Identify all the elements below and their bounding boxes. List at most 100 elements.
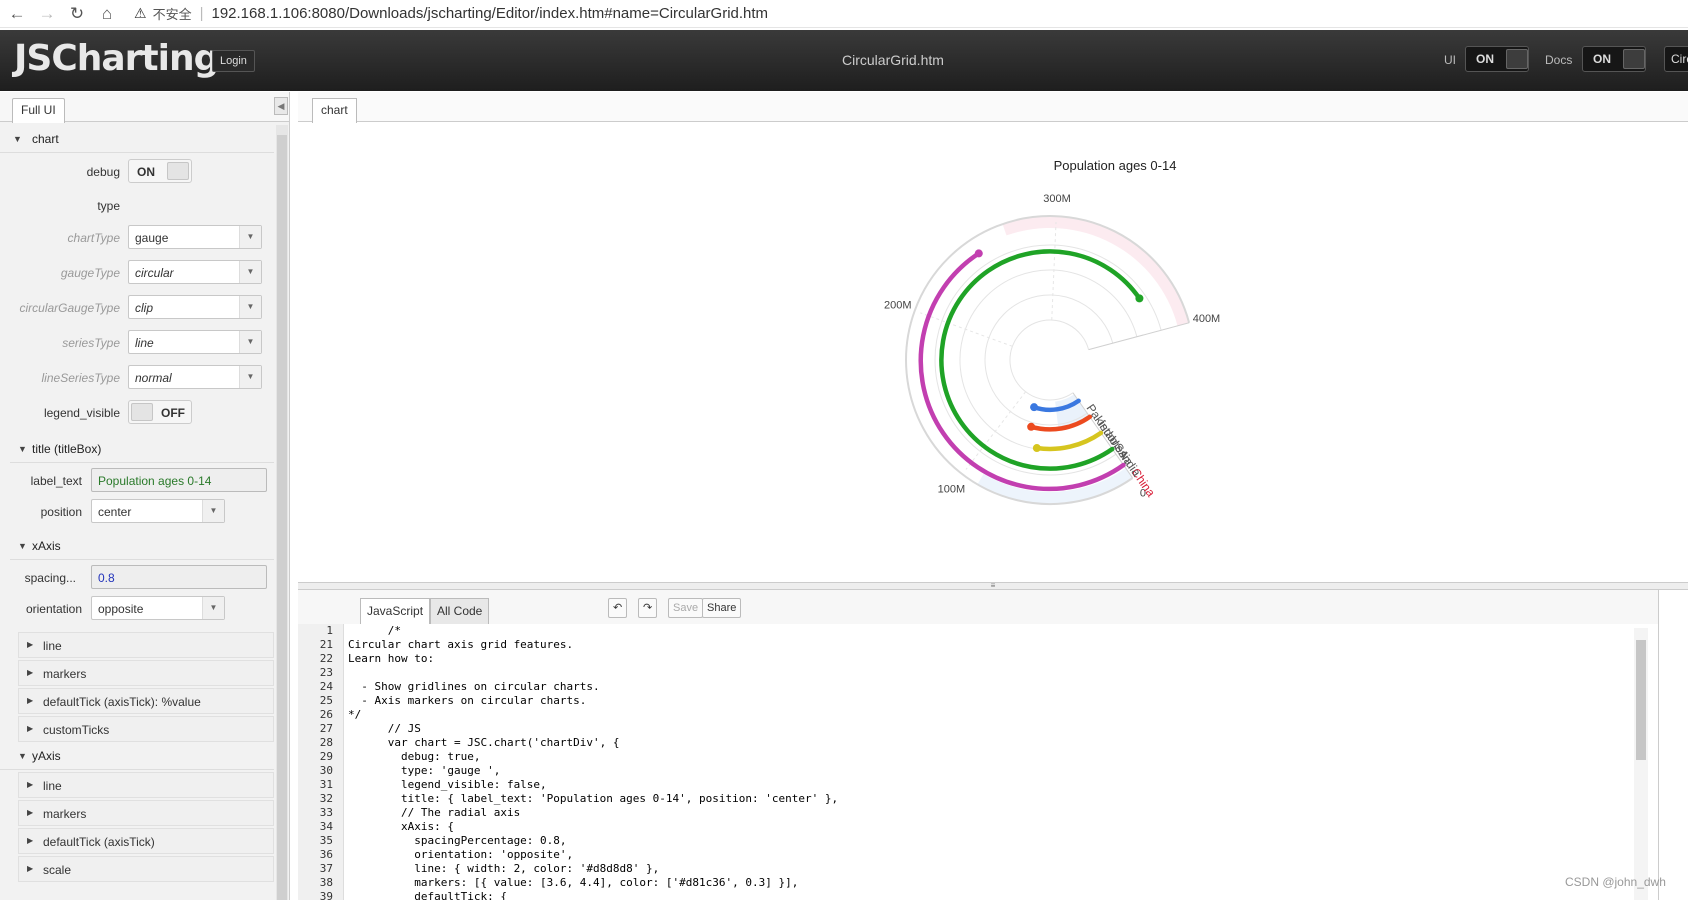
section-yaxis[interactable]: ▼ yAxis: [0, 742, 274, 770]
label-text-input[interactable]: Population ages 0-14: [91, 468, 267, 492]
gauge-axis-layer: 0100M200M300M400M: [884, 193, 1220, 506]
reload-icon[interactable]: ↻: [64, 1, 90, 27]
watermark: CSDN @john_dwh: [1565, 875, 1666, 889]
tab-all-code[interactable]: All Code: [430, 598, 490, 624]
code-line[interactable]: orientation: 'opposite',: [348, 848, 1628, 862]
grid-circle: [1009, 319, 1090, 401]
editor-scrollbar[interactable]: [1634, 628, 1648, 900]
code-line[interactable]: - Axis markers on circular charts.: [348, 694, 1628, 708]
url-field[interactable]: ⚠ 不安全 | 192.168.1.106:8080/Downloads/jsc…: [134, 4, 768, 23]
yaxis-item[interactable]: ▶ defaultTick (axisTick): [18, 828, 274, 854]
orientation-select[interactable]: opposite ▼: [91, 596, 225, 620]
series-type-select[interactable]: line ▼: [128, 330, 262, 354]
prop-orientation: orientation opposite ▼: [0, 594, 274, 624]
circular-menu-button[interactable]: Circ: [1664, 46, 1688, 72]
prop-series-type: seriesType line ▼: [0, 328, 274, 358]
section-title-label: title (titleBox): [32, 442, 102, 456]
radial-gridline: [965, 391, 1027, 470]
scrollbar-thumb[interactable]: [277, 135, 287, 900]
line-number: 24: [319, 680, 333, 693]
yaxis-item[interactable]: ▶ scale: [18, 856, 274, 882]
code-line[interactable]: legend_visible: false,: [348, 778, 1628, 792]
code-line[interactable]: - Show gridlines on circular charts.: [348, 680, 1628, 694]
scrollbar-thumb[interactable]: [1636, 640, 1646, 760]
circular-gauge-type-select[interactable]: clip ▼: [128, 295, 262, 319]
url-text[interactable]: 192.168.1.106:8080/Downloads/jscharting/…: [211, 5, 768, 22]
code-line[interactable]: [348, 666, 1628, 680]
yaxis-item[interactable]: ▶ markers: [18, 800, 274, 826]
code-line[interactable]: debug: true,: [348, 750, 1628, 764]
caret-down-icon: ▼: [18, 541, 27, 551]
redo-icon[interactable]: ↷: [638, 598, 658, 618]
line-number: 29: [319, 750, 333, 763]
forward-arrow-icon[interactable]: →: [34, 1, 60, 27]
yaxis-item-label: defaultTick (axisTick): [43, 835, 155, 849]
xaxis-item-label: line: [43, 639, 62, 653]
code-line[interactable]: spacingPercentage: 0.8,: [348, 834, 1628, 848]
position-select[interactable]: center ▼: [91, 499, 225, 523]
section-title[interactable]: ▼ title (titleBox): [10, 435, 274, 463]
code-line[interactable]: // JS: [348, 722, 1628, 736]
code-line[interactable]: markers: [{ value: [3.6, 4.4], color: ['…: [348, 876, 1628, 890]
tab-javascript[interactable]: JavaScript: [360, 598, 431, 624]
code-line[interactable]: line: { width: 2, color: '#d8d8d8' },: [348, 862, 1628, 876]
spacing-input[interactable]: 0.8: [91, 565, 267, 589]
section-xaxis[interactable]: ▼ xAxis: [10, 532, 274, 560]
code-line[interactable]: Learn how to:: [348, 652, 1628, 666]
ui-toggle[interactable]: ON: [1465, 46, 1529, 72]
line-number: 33: [319, 806, 333, 819]
debug-toggle[interactable]: ON: [128, 159, 192, 183]
caret-right-icon: ▶: [27, 836, 34, 845]
line-number: 23: [319, 666, 333, 679]
options-scrollbar[interactable]: [276, 125, 288, 900]
section-yaxis-label: yAxis: [32, 749, 61, 763]
radial-gridline: [1051, 222, 1057, 321]
gauge-type-select[interactable]: circular ▼: [128, 260, 262, 284]
xaxis-item[interactable]: ▶ markers: [18, 660, 274, 686]
code-line[interactable]: // The radial axis: [348, 806, 1628, 820]
legend-visible-toggle[interactable]: OFF: [128, 400, 192, 424]
yaxis-item[interactable]: ▶ line: [18, 772, 274, 798]
line-series-type-value: normal: [135, 371, 172, 385]
yaxis-item-label: scale: [43, 863, 72, 877]
docs-toggle-label: Docs: [1545, 53, 1573, 67]
save-button[interactable]: Save: [668, 598, 704, 618]
docs-toggle[interactable]: ON: [1582, 46, 1646, 72]
line-number: 31: [319, 778, 333, 791]
collapse-panel-icon[interactable]: ◀: [274, 97, 288, 115]
code-line[interactable]: Circular chart axis grid features.: [348, 638, 1628, 652]
code-text[interactable]: /* Circular chart axis grid features. Lear…: [348, 624, 1628, 900]
tab-chart[interactable]: chart: [312, 98, 357, 123]
tab-full-ui[interactable]: Full UI: [12, 98, 65, 123]
gauge-chart[interactable]: Population ages 0-14 0100M200M300M400M C…: [298, 122, 1688, 580]
section-chart[interactable]: ▼ chart: [0, 125, 274, 153]
xaxis-item[interactable]: ▶ line: [18, 632, 274, 658]
share-button[interactable]: Share: [702, 598, 742, 618]
home-icon[interactable]: ⌂: [94, 1, 120, 27]
undo-icon[interactable]: ↶: [608, 598, 628, 618]
code-line[interactable]: defaultTick: {: [348, 890, 1628, 900]
chevron-down-icon: ▼: [239, 331, 261, 353]
login-button[interactable]: Login: [212, 50, 255, 72]
chevron-down-icon: ▼: [239, 261, 261, 283]
xaxis-item[interactable]: ▶ defaultTick (axisTick): %value: [18, 688, 274, 714]
code-line[interactable]: title: { label_text: 'Population ages 0-…: [348, 792, 1628, 806]
back-arrow-icon[interactable]: ←: [4, 1, 30, 27]
code-line[interactable]: type: 'gauge ',: [348, 764, 1628, 778]
code-line[interactable]: xAxis: {: [348, 820, 1628, 834]
radial-gridline: [920, 312, 1013, 347]
pane-splitter[interactable]: ≡: [298, 582, 1688, 590]
chart-tabstrip: chart: [298, 92, 1688, 123]
xaxis-item[interactable]: ▶ customTicks: [18, 716, 274, 742]
section-xaxis-label: xAxis: [32, 539, 61, 553]
prop-legend-visible: legend_visible OFF: [0, 398, 274, 428]
line-series-type-select[interactable]: normal ▼: [128, 365, 262, 389]
chart-type-select[interactable]: gauge ▼: [128, 225, 262, 249]
code-line[interactable]: var chart = JSC.chart('chartDiv', {: [348, 736, 1628, 750]
options-panel: Full UI ◀ ▼ chart debug ON type chartTyp…: [0, 92, 290, 900]
line-number: 25: [319, 694, 333, 707]
code-line[interactable]: */: [348, 708, 1628, 722]
line-number: 28: [319, 736, 333, 749]
browser-address-bar: ← → ↻ ⌂ ⚠ 不安全 | 192.168.1.106:8080/Downl…: [0, 0, 1688, 28]
code-line[interactable]: /*: [348, 624, 1628, 638]
